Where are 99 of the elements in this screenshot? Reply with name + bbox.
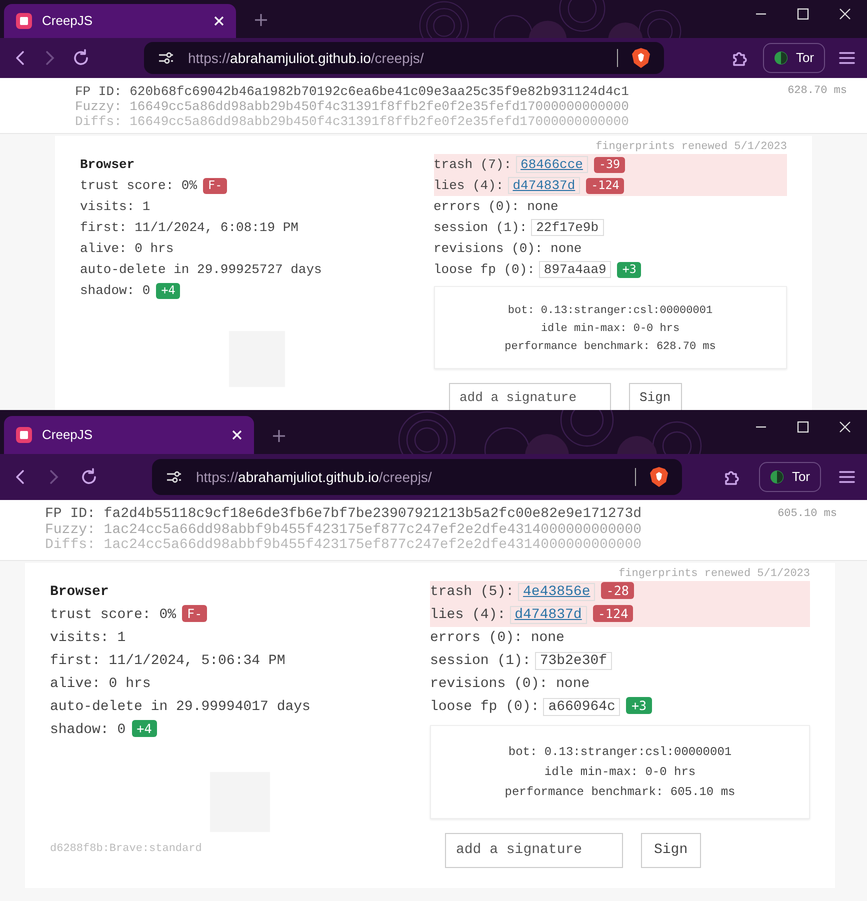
stat-value: none — [530, 630, 564, 646]
diffs-hash: Diffs: 1ac24cc5a66dd98abbf9b455f423175ef877c247ef2e2dfe4314000000000000 — [45, 538, 642, 554]
fingerprint-id: FP ID: 620b68fc69042b46a1982b70192c6ea6be41c09e3aa25c35f9e82b931124d4c1 — [75, 84, 629, 99]
maximize-icon[interactable] — [797, 8, 809, 20]
info-text: shadow: 0 — [50, 722, 126, 738]
settings-icon — [158, 51, 174, 65]
stat-value: none — [555, 676, 590, 692]
lion-shield-icon[interactable] — [650, 467, 668, 487]
score-badge: -124 — [586, 178, 624, 194]
section-heading: Browser — [50, 582, 110, 602]
hash-value: 22f17e9b — [531, 219, 604, 236]
info-text: trust score: 0% — [80, 178, 198, 193]
url-text: https://abrahamjuliot.github.io/creepjs/ — [188, 48, 425, 68]
stat-label: revisions (0): — [430, 676, 548, 692]
close-icon[interactable] — [839, 8, 851, 20]
puzzle-icon[interactable] — [722, 468, 741, 486]
sign-button[interactable]: Sign — [641, 832, 701, 868]
url-text: https://abrahamjuliot.github.io/creepjs/ — [196, 468, 433, 487]
info-text: visits: 1 — [80, 199, 150, 214]
info-line: idle min-max: 0-0 hrs — [540, 322, 681, 337]
browser-id-text: d6288f8b:Brave:standard — [50, 842, 203, 856]
score-badge: +4 — [156, 283, 180, 299]
reload-icon[interactable] — [80, 468, 98, 486]
score-badge: -124 — [592, 604, 634, 622]
stat-value: none — [526, 199, 558, 214]
score-badge: +3 — [626, 696, 652, 714]
signature-field[interactable]: add a signature — [448, 383, 610, 410]
info-text: visits: 1 — [50, 630, 126, 646]
hash-value: 897a4aa9 — [538, 261, 612, 278]
hash-value: 73b2e30f — [534, 652, 612, 670]
stat-label: lies (4): — [434, 178, 504, 193]
score-badge: F- — [203, 178, 228, 194]
info-text: alive: 0 hrs — [80, 241, 174, 256]
tab-title: CreepJS — [42, 12, 94, 30]
fuzzy-hash: Fuzzy: 1ac24cc5a66dd98abbf9b455f423175ef877c247ef2e2dfe4314000000000000 — [45, 522, 642, 538]
stat-label: loose fp (0): — [430, 698, 540, 714]
signature-field[interactable]: add a signature — [445, 832, 623, 868]
info-line: performance benchmark: 628.70 ms — [504, 340, 717, 355]
stat-label: trash (7): — [434, 157, 512, 172]
hash-link[interactable]: d474837d — [508, 177, 580, 194]
renewed-note: fingerprints renewed 5/1/2023 — [618, 566, 810, 580]
hash-link[interactable]: d474837d — [510, 606, 587, 624]
maximize-icon[interactable] — [797, 421, 809, 433]
score-badge: F- — [182, 604, 208, 622]
stat-label: errors (0): — [430, 630, 522, 646]
settings-icon — [166, 470, 182, 484]
hash-link[interactable]: 4e43856e — [518, 582, 596, 600]
sign-button[interactable]: Sign — [628, 383, 682, 410]
menu-icon[interactable] — [839, 51, 855, 65]
fingerprint-id: FP ID: fa2d4b55118c9cf18e6de3fb6e7bf7be23907921213b5a2fc00e82e9e171273d — [45, 507, 642, 522]
stat-label: session (1): — [434, 220, 528, 235]
address-bar[interactable]: https://abrahamjuliot.github.io/creepjs/ — [152, 459, 682, 495]
info-text: alive: 0 hrs — [50, 676, 151, 692]
tab-title: CreepJS — [42, 426, 94, 444]
fuzzy-hash: Fuzzy: 16649cc5a86dd98abb29b450f4c31391f8ffb2fe0f2e35fefd17000000000000 — [75, 99, 629, 114]
score-badge: +4 — [132, 720, 157, 737]
score-badge: -39 — [594, 157, 626, 173]
hash-link[interactable]: 68466cce — [516, 156, 588, 173]
tor-button[interactable]: Tor — [758, 462, 821, 492]
stat-label: trash (5): — [430, 584, 514, 600]
stat-label: errors (0): — [434, 199, 520, 214]
puzzle-icon[interactable] — [730, 49, 749, 67]
tor-button[interactable]: Tor — [762, 43, 825, 73]
info-line: idle min-max: 0-0 hrs — [543, 764, 697, 780]
score-badge: -28 — [601, 582, 634, 599]
app-icon — [16, 13, 32, 29]
onion-icon — [770, 470, 784, 484]
section-heading: Browser — [80, 156, 136, 174]
info-line: performance benchmark: 605.10 ms — [504, 784, 736, 800]
hash-value: a660964c — [543, 698, 620, 716]
score-badge: +3 — [617, 262, 642, 278]
info-line: bot: 0.13:stranger:csl:00000001 — [507, 744, 733, 760]
info-text: auto-delete in 29.99994017 days — [50, 698, 310, 714]
info-text: trust score: 0% — [50, 606, 176, 622]
stat-label: revisions (0): — [434, 241, 543, 256]
browser-tab[interactable]: CreepJS — [4, 416, 254, 454]
lion-shield-icon[interactable] — [632, 48, 650, 68]
timing-text: 628.70 ms — [788, 84, 847, 99]
app-icon — [16, 427, 32, 443]
address-bar[interactable]: https://abrahamjuliot.github.io/creepjs/ — [144, 42, 664, 74]
stat-label: lies (4): — [430, 606, 506, 622]
timing-text: 605.10 ms — [778, 507, 837, 522]
info-text: first: 11/1/2024, 6:08:19 PM — [80, 220, 298, 235]
renewed-note: fingerprints renewed 5/1/2023 — [594, 140, 787, 154]
menu-icon[interactable] — [839, 470, 855, 484]
onion-icon — [774, 51, 788, 65]
info-text: auto-delete in 29.99925727 days — [80, 262, 322, 277]
info-line: bot: 0.13:stranger:csl:00000001 — [506, 304, 714, 319]
reload-icon[interactable] — [72, 49, 90, 67]
browser-tab[interactable]: CreepJS — [4, 4, 236, 38]
info-text: shadow: 0 — [80, 283, 150, 298]
close-icon[interactable] — [839, 421, 851, 433]
stat-label: session (1): — [430, 652, 531, 668]
new-tab-icon[interactable] — [254, 13, 268, 27]
stat-value: none — [550, 241, 582, 256]
info-text: first: 11/1/2024, 5:06:34 PM — [50, 652, 286, 668]
new-tab-icon[interactable] — [272, 429, 286, 443]
diffs-hash: Diffs: 16649cc5a86dd98abb29b450f4c31391f8ffb2fe0f2e35fefd17000000000000 — [75, 114, 629, 129]
stat-label: loose fp (0): — [434, 262, 535, 277]
